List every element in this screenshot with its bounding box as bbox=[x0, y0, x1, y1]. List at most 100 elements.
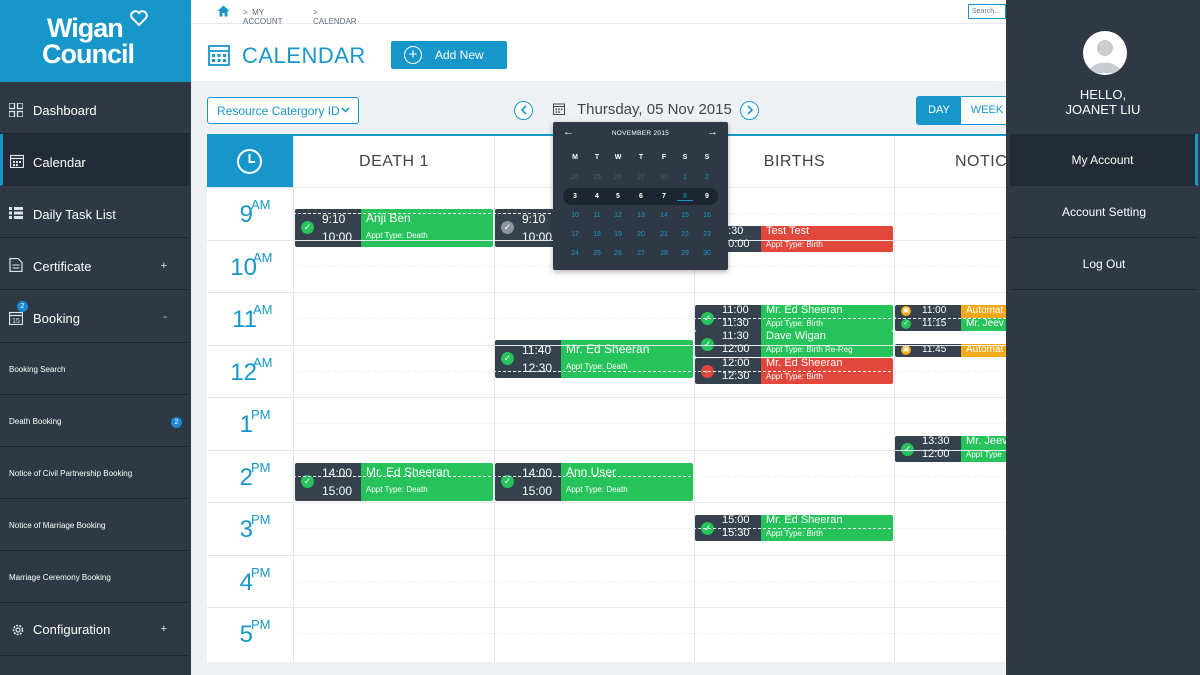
appointment-event[interactable]: ✓ 9:10 10:00 bbox=[495, 208, 555, 247]
menu-my-account[interactable]: My Account bbox=[1010, 134, 1198, 186]
weekday-header: S bbox=[704, 154, 710, 161]
view-week-button[interactable]: WEEK bbox=[963, 97, 1010, 124]
datepicker-day[interactable]: 2 bbox=[699, 174, 715, 181]
expand-toggle-icon[interactable]: + bbox=[161, 260, 167, 272]
hour-meridiem: AM bbox=[253, 302, 273, 317]
sidebar-subitem-booking-search[interactable]: Booking Search bbox=[0, 343, 189, 395]
datepicker-day[interactable]: 21 bbox=[656, 231, 672, 238]
datepicker-day[interactable]: 17 bbox=[567, 231, 583, 238]
sidebar-item-booking[interactable]: 15 2 Booking - bbox=[0, 290, 189, 343]
next-day-button[interactable] bbox=[740, 101, 759, 120]
event-title: Mr. Ed Sheeran bbox=[766, 357, 843, 369]
resource-select-value: Resource Catergory ID bbox=[217, 104, 340, 118]
datepicker-day[interactable]: 30 bbox=[656, 174, 672, 181]
datepicker-day[interactable]: 26 bbox=[567, 174, 583, 181]
calendar-small-icon[interactable] bbox=[553, 103, 565, 115]
datepicker-day[interactable]: 26 bbox=[610, 250, 626, 257]
next-month-arrow-icon[interactable]: → bbox=[707, 126, 718, 138]
hour-label: 12 AM bbox=[207, 344, 293, 397]
datepicker-day[interactable]: 20 bbox=[633, 231, 649, 238]
datepicker-day[interactable]: 4 bbox=[589, 193, 605, 200]
datepicker-day[interactable]: 19 bbox=[610, 231, 626, 238]
datepicker-day[interactable]: 27 bbox=[633, 174, 649, 181]
datepicker-day[interactable]: 26 bbox=[610, 174, 626, 181]
appointment-event[interactable]: ✓11:1511:30Mr. JeevAppt Type bbox=[895, 318, 1006, 332]
document-icon bbox=[9, 258, 23, 272]
menu-account-setting[interactable]: Account Setting bbox=[1010, 186, 1198, 238]
sidebar-subitem-marriage-ceremony[interactable]: Marriage Ceremony Booking bbox=[0, 551, 189, 603]
event-type: Appt Type bbox=[966, 450, 1002, 460]
appointment-event[interactable]: ▣ 11:00 Automat bbox=[895, 305, 1006, 318]
sidebar-item-configuration[interactable]: Configuration + bbox=[0, 603, 189, 656]
event-type: Appt Type: Birth bbox=[766, 319, 823, 328]
datepicker-day[interactable]: 11 bbox=[589, 212, 605, 219]
wigan-council-logo[interactable]: Wigan Council bbox=[0, 0, 191, 82]
add-new-button[interactable]: + Add New bbox=[391, 41, 507, 69]
datepicker-day[interactable]: 12 bbox=[610, 212, 626, 219]
sidebar-item-certificate[interactable]: Certificate + bbox=[0, 238, 189, 290]
event-type: Appt Type: Birth bbox=[766, 529, 823, 538]
datepicker-day[interactable]: 6 bbox=[633, 193, 649, 200]
datepicker-day[interactable]: 13 bbox=[633, 212, 649, 219]
datepicker-day[interactable]: 10 bbox=[567, 212, 583, 219]
datepicker-day[interactable]: 27 bbox=[633, 250, 649, 257]
appointment-event[interactable]: ✓ 9:10 10:00 Anji Ben Appt Type: Death bbox=[295, 208, 493, 247]
menu-log-out[interactable]: Log Out bbox=[1010, 238, 1198, 290]
sidebar-item-daily-task-list[interactable]: Daily Task List bbox=[0, 186, 189, 238]
datepicker-day[interactable]: 22 bbox=[677, 231, 693, 238]
current-date-label[interactable]: Thursday, 05 Nov 2015 bbox=[577, 101, 732, 118]
half-hour-gridline bbox=[293, 528, 1006, 529]
search-input[interactable]: Search... bbox=[968, 4, 1006, 19]
check-status-icon: ✓ bbox=[501, 220, 514, 234]
event-type: Appt Type: Birth Re-Reg bbox=[766, 345, 853, 355]
add-new-label: Add New bbox=[435, 48, 484, 62]
sidebar-subitem-label: Notice of Civil Partnership Booking bbox=[9, 469, 133, 478]
appointment-event[interactable]: ✓ 14:00 15:00 Mr. Ed Sheeran Appt Type: Deat… bbox=[295, 462, 493, 501]
datepicker-day[interactable]: 25 bbox=[589, 174, 605, 181]
datepicker-day[interactable]: 25 bbox=[589, 250, 605, 257]
event-start-time: 13:30 bbox=[922, 436, 950, 448]
home-icon[interactable] bbox=[217, 5, 230, 17]
sidebar-item-calendar[interactable]: Calendar bbox=[0, 134, 189, 186]
datepicker-day[interactable]: 23 bbox=[699, 231, 715, 238]
clock-icon bbox=[237, 149, 262, 174]
calendar-icon bbox=[10, 154, 24, 168]
event-type: Appt Type: Birth bbox=[766, 371, 823, 381]
hour-gridline bbox=[293, 449, 1006, 451]
sidebar-item-label: Booking bbox=[33, 311, 80, 326]
sidebar-subitem-civil-partnership[interactable]: Notice of Civil Partnership Booking bbox=[0, 447, 189, 499]
datepicker-day[interactable]: 28 bbox=[656, 250, 672, 257]
appointment-event[interactable]: ▣ 11:45 Automat bbox=[895, 344, 1006, 358]
appointment-event[interactable]: ✓ 14:00 15:00 Ann User Appt Type: Death bbox=[495, 462, 693, 501]
appointment-event[interactable]: ✓ 11:40 12:30 Mr. Ed Sheeran Appt Type: Deat… bbox=[495, 340, 693, 378]
datepicker-day[interactable]: 9 bbox=[699, 193, 715, 200]
user-name: JOANET LIU bbox=[1065, 102, 1141, 117]
sidebar-item-dashboard[interactable]: Dashboard bbox=[0, 82, 189, 134]
datepicker-day[interactable]: 3 bbox=[567, 193, 583, 200]
event-title: Mr. Jeev bbox=[966, 436, 1006, 448]
datepicker-day[interactable]: 15 bbox=[677, 212, 693, 219]
datepicker-day[interactable]: 16 bbox=[699, 212, 715, 219]
expand-toggle-icon[interactable]: + bbox=[161, 623, 167, 635]
sidebar-item-label: Calendar bbox=[33, 155, 86, 170]
resource-category-select[interactable]: Resource Catergory ID bbox=[207, 97, 359, 124]
datepicker-day[interactable]: 1 bbox=[677, 174, 693, 181]
prev-day-button[interactable] bbox=[514, 101, 533, 120]
collapse-toggle-icon[interactable]: - bbox=[163, 311, 167, 323]
view-day-button[interactable]: DAY bbox=[917, 97, 961, 124]
datepicker-day[interactable]: 18 bbox=[589, 231, 605, 238]
datepicker-day[interactable]: 24 bbox=[567, 250, 583, 257]
datepicker-day[interactable]: 5 bbox=[610, 193, 626, 200]
weekday-header: S bbox=[682, 154, 688, 161]
sidebar-subitem-death-booking[interactable]: Death Booking 2 bbox=[0, 395, 189, 447]
hour-label: 3 PM bbox=[207, 502, 293, 554]
event-end-time: 10:00 bbox=[322, 229, 353, 244]
datepicker-month-label: NOVEMBER 2015 bbox=[611, 130, 670, 137]
sidebar-subitem-notice-marriage[interactable]: Notice of Marriage Booking bbox=[0, 499, 189, 551]
datepicker-day[interactable]: 14 bbox=[656, 212, 672, 219]
datepicker-day[interactable]: 8 bbox=[677, 193, 693, 201]
avatar[interactable] bbox=[1083, 31, 1127, 75]
datepicker-day[interactable]: 29 bbox=[677, 250, 693, 257]
datepicker-day[interactable]: 7 bbox=[656, 193, 672, 200]
datepicker-day[interactable]: 30 bbox=[699, 250, 715, 257]
